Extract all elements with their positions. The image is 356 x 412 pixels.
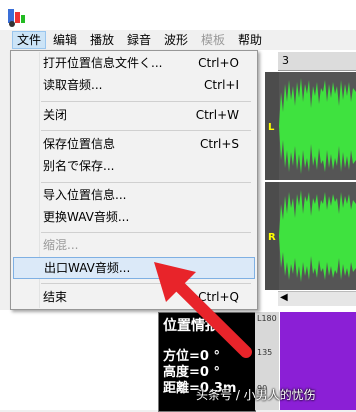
menu-separator [41,283,251,284]
ruler-label: 3 [282,54,289,67]
waveform-left [279,78,356,174]
title-bar [0,0,356,30]
scale-tick: L180 [257,314,277,323]
menu-item-shortcut: Ctrl+Q [198,290,239,304]
menu-item-label: 打开位置信息文件く... [43,56,163,70]
track-left-label: L [265,72,279,180]
menu-item-shortcut: Ctrl+O [198,56,239,70]
menu-open-position-file[interactable]: 打开位置信息文件く... Ctrl+O [13,53,253,73]
menu-file[interactable]: 文件 [12,31,47,49]
timeline-ruler[interactable]: 3 [278,52,356,71]
scale-tick: 135 [257,348,273,357]
menu-item-label: 更换WAV音频... [43,210,130,224]
menu-record[interactable]: 録音 [123,32,155,48]
menu-item-label: 结束 [43,290,68,304]
menu-edit[interactable]: 编辑 [49,32,81,48]
menu-replace-wav[interactable]: 更换WAV音频... [13,207,253,227]
position-info-title: 位置情报 [163,318,219,334]
scroll-left-arrow-icon[interactable]: ◀ [280,292,288,303]
menu-item-shortcut: Ctrl+I [204,78,239,92]
menu-save-position[interactable]: 保存位置信息 Ctrl+S [13,134,253,154]
menu-item-label: 读取音频... [43,78,103,92]
watermark: 头条号 / 小男人的忧伤 [196,388,316,402]
menu-bar: 文件 编辑 播放 録音 波形 模板 帮助 [0,30,356,50]
menu-import-position[interactable]: 导入位置信息... [13,185,253,205]
waveform-right [279,190,356,282]
menu-play[interactable]: 播放 [86,32,118,48]
app-icon [8,9,25,27]
menu-template: 模板 [201,33,226,47]
menu-export-wav[interactable]: 出口WAV音频... [13,257,255,279]
menu-waveform[interactable]: 波形 [160,32,192,48]
menu-separator [41,101,251,102]
menu-separator [41,182,251,183]
menu-save-as[interactable]: 别名で保存... [13,156,253,176]
menu-exit[interactable]: 结束 Ctrl+Q [13,287,253,307]
file-menu-dropdown: 打开位置信息文件く... Ctrl+O 读取音频... Ctrl+I 关闭 Ct… [10,50,258,310]
menu-item-shortcut: Ctrl+W [195,108,239,122]
menu-item-label: 缩混... [43,238,79,252]
menu-separator [41,232,251,233]
horizontal-scrollbar[interactable]: ◀ [278,291,356,306]
menu-item-label: 关闭 [43,108,68,122]
menu-item-label: 导入位置信息... [43,188,127,202]
menu-help[interactable]: 帮助 [234,32,266,48]
track-right-label: R [265,182,279,290]
menu-item-label: 保存位置信息 [43,137,116,151]
menu-mixdown: 缩混... [13,235,253,255]
menu-close[interactable]: 关闭 Ctrl+W [13,105,253,125]
menu-item-label: 出口WAV音频... [44,261,131,275]
menu-item-label: 别名で保存... [43,159,115,173]
menu-read-audio[interactable]: 读取音频... Ctrl+I [13,75,253,95]
menu-separator [41,130,251,131]
menu-item-shortcut: Ctrl+S [199,137,239,151]
track-right[interactable]: R [265,182,356,290]
track-left[interactable]: L [265,72,356,180]
